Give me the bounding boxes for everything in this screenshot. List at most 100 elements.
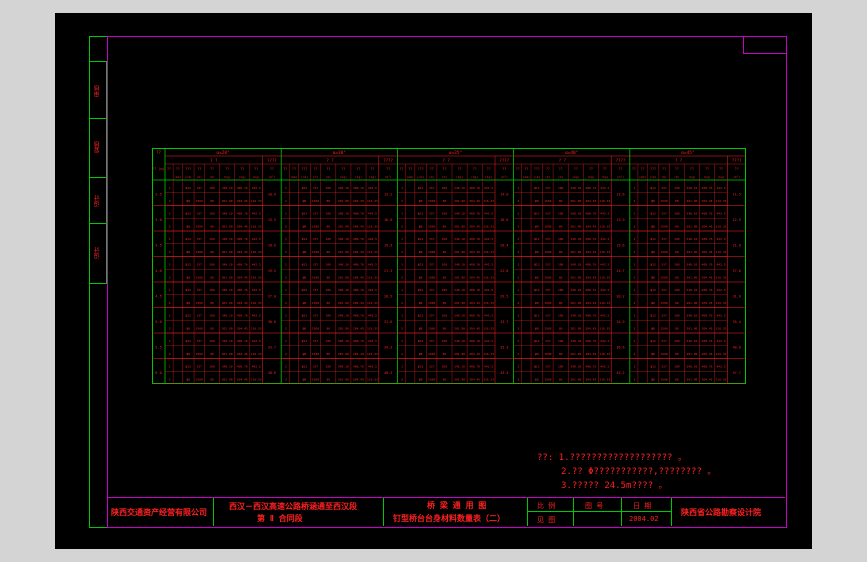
table-cell: 1560	[428, 275, 435, 279]
table-cell: 348.10	[570, 263, 581, 267]
cad-viewport[interactable]: 审核 复核 设计 设计 ???? (m) α=20°? ????????? (mm)…	[55, 13, 812, 549]
table-cell: 100	[674, 314, 680, 318]
table-cell: 408.76	[702, 339, 713, 343]
table-cell: 116.33	[483, 199, 494, 203]
height-label: 6.0	[155, 371, 162, 375]
height-label: 2.5	[155, 192, 162, 196]
table-cell: 337	[429, 339, 435, 343]
table-cell: 2	[401, 199, 403, 203]
table-cell: 408.76	[237, 365, 248, 369]
table-cell: 204.45	[353, 326, 364, 330]
table-cell: 442.5	[600, 186, 609, 190]
height-label: 5.5	[155, 345, 162, 349]
table-cell: 80	[559, 352, 563, 356]
table-cell: 201.90	[570, 377, 581, 381]
table-cell: 116.33	[716, 199, 727, 203]
table-cell: 100	[209, 339, 215, 343]
col-head: ??	[641, 167, 645, 171]
table-cell: 116.33	[367, 275, 378, 279]
table-cell: 1	[169, 263, 171, 267]
table-cell: 100	[209, 237, 215, 241]
table-cell: 100	[209, 314, 215, 318]
table-cell: 348.10	[687, 288, 698, 292]
col-head: ???	[418, 167, 424, 171]
table-cell: 204.45	[469, 250, 480, 254]
table-cell: 348.10	[338, 186, 349, 190]
table-cell: 100	[674, 212, 680, 216]
side-label-1: 审核	[94, 85, 101, 97]
col-head: ??	[662, 167, 666, 171]
table-cell: 80	[675, 326, 679, 330]
table-cell: 201.90	[222, 199, 233, 203]
unit-head: (kg)	[340, 175, 347, 179]
table-cell: 442.5	[717, 365, 726, 369]
volume-cell: 15.9	[616, 218, 624, 222]
table-cell: 204.45	[353, 199, 364, 203]
table-cell: 337	[313, 186, 319, 190]
volume-cell: 34.9	[616, 320, 624, 324]
table-cell: 1	[285, 212, 287, 216]
table-cell: φ12	[418, 314, 424, 318]
table-cell: φ12	[418, 288, 424, 292]
volume-cell: 21.0	[733, 243, 741, 247]
table-cell: 348.10	[222, 365, 233, 369]
table-cell: 80	[675, 250, 679, 254]
notes-label: ??:	[537, 453, 554, 463]
table-cell: 100	[326, 339, 332, 343]
col-head: ??	[341, 167, 345, 171]
table-cell: φ8	[186, 352, 190, 356]
table-cell: 204.45	[585, 224, 596, 228]
table-cell: 348.10	[687, 186, 698, 190]
table-cell: 348.10	[570, 339, 581, 343]
col-head: ???	[650, 167, 656, 171]
table-cell: 204.45	[237, 352, 248, 356]
table-cell: 442.5	[368, 212, 377, 216]
table-cell: 2	[169, 377, 171, 381]
table-cell: 337	[313, 263, 319, 267]
table-cell: 2	[401, 326, 403, 330]
table-cell: 100	[558, 288, 564, 292]
table-cell: 204.45	[237, 301, 248, 305]
table-cell: 1560	[312, 275, 319, 279]
table-cell: φ8	[535, 377, 539, 381]
table-cell: 337	[429, 288, 435, 292]
volume-cell: 47.7	[733, 371, 741, 375]
table-cell: φ12	[534, 263, 540, 267]
volume-cell: 20.4	[500, 243, 508, 247]
table-cell: 116.33	[599, 199, 610, 203]
table-cell: 2	[285, 377, 287, 381]
col-head: ??	[167, 167, 171, 171]
table-cell: 408.76	[702, 314, 713, 318]
table-cell: 348.10	[570, 186, 581, 190]
table-cell: 201.90	[687, 275, 698, 279]
table-cell: 100	[442, 237, 448, 241]
volume-cell: 15.5	[268, 218, 276, 222]
table-cell: 204.45	[237, 224, 248, 228]
table-cell: 408.76	[585, 212, 596, 216]
table-cell: 204.45	[469, 377, 480, 381]
table-cell: 100	[326, 263, 332, 267]
table-cell: 408.76	[585, 186, 596, 190]
volume-cell: 24.7	[616, 269, 624, 273]
group-title: α=20°	[216, 150, 229, 156]
table-cell: 2	[169, 301, 171, 305]
table-cell: 201.90	[338, 199, 349, 203]
table-cell: 116.33	[251, 377, 262, 381]
table-cell: 337	[313, 288, 319, 292]
unit-head: (cm)	[533, 175, 540, 179]
table-cell: φ8	[186, 199, 190, 203]
table-cell: φ8	[651, 326, 655, 330]
project-name-line1: 西汉－西汉高速公路桥涵通至西汉段	[229, 502, 357, 511]
group-sub-right: ????	[499, 158, 509, 163]
table-cell: φ12	[418, 365, 424, 369]
unit-head: (mm)	[639, 175, 646, 179]
unit-head: (kg)	[485, 175, 492, 179]
table-cell: 204.45	[353, 275, 364, 279]
unit-head: (kg)	[355, 175, 362, 179]
table-cell: 204.45	[353, 224, 364, 228]
col-head: ??	[735, 167, 739, 171]
table-cell: 100	[442, 212, 448, 216]
table-cell: 201.90	[570, 275, 581, 279]
table-cell: 80	[326, 199, 330, 203]
table-cell: φ8	[535, 224, 539, 228]
